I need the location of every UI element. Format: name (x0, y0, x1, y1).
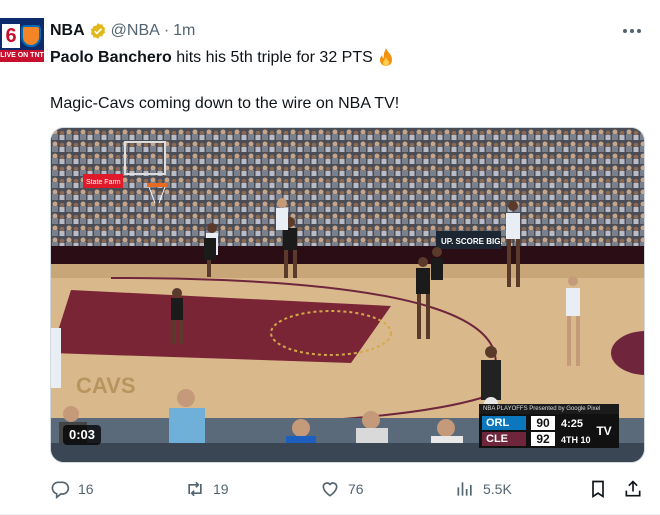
share-icon (625, 480, 641, 497)
verified-badge-icon (89, 22, 107, 40)
sponsor-sign: State Farm (86, 179, 121, 186)
bookmark-button[interactable] (588, 478, 608, 500)
scoreboard-row-cle: CLE 92 4TH 10 (479, 432, 591, 448)
avatar-number: 6 (2, 24, 20, 48)
post-time[interactable]: 1m (173, 22, 195, 40)
video-timer: 0:03 (63, 425, 102, 445)
network-logo: TV (596, 424, 612, 438)
like-count: 76 (348, 481, 364, 497)
repost-count: 19 (213, 481, 229, 497)
tweet-header: NBA @NBA · 1m (50, 20, 195, 42)
like-button[interactable]: 76 (320, 478, 364, 500)
tweet-text-rest: hits his 5th triple for 32 PTS (171, 49, 373, 66)
team-cle: CLE (482, 432, 526, 446)
player-name: Paolo Banchero (50, 49, 172, 66)
scoreboard-row-orl: ORL 90 4:25 (479, 416, 591, 432)
more-options-icon[interactable] (620, 22, 644, 40)
separator: · (163, 22, 170, 39)
scoreboard-overlay: NBA PLAYOFFS Presented by Google Pixel O… (479, 404, 619, 448)
views-icon (457, 482, 472, 496)
team-orl: ORL (482, 416, 526, 430)
court-logo-text: CAVS (76, 373, 136, 398)
author-handle[interactable]: @NBA (111, 22, 160, 40)
avatar-banner: LIVE ON TNT (0, 50, 44, 62)
avatar[interactable]: 6 LIVE ON TNT (0, 18, 44, 62)
score-cle: 92 (531, 432, 555, 446)
view-count: 5.5K (483, 481, 512, 497)
arena-signage: UP. SCORE BIG. (441, 237, 503, 246)
repost-icon (188, 481, 202, 497)
share-button[interactable] (623, 478, 643, 500)
reply-count: 16 (78, 481, 94, 497)
reply-icon (51, 481, 70, 499)
knicks-logo-icon (21, 25, 41, 47)
author-name[interactable]: NBA (50, 22, 85, 40)
tweet[interactable]: 6 LIVE ON TNT NBA @NBA · 1m Paolo Banche… (0, 0, 660, 515)
views-button[interactable]: 5.5K (455, 478, 512, 500)
scoreboard-header: NBA PLAYOFFS Presented by Google Pixel (479, 404, 619, 414)
tweet-text-line2: Magic-Cavs coming down to the wire on NB… (50, 95, 400, 112)
bookmark-icon (592, 480, 604, 499)
repost-button[interactable]: 19 (185, 478, 229, 500)
tweet-text-line1: Paolo Banchero hits his 5th triple for 3… (50, 47, 395, 69)
action-bar: 16 19 76 5.5K (50, 478, 645, 500)
reply-button[interactable]: 16 (50, 478, 94, 500)
like-icon (322, 482, 338, 497)
game-clock: 4:25 (561, 418, 584, 430)
fire-emoji-icon (377, 48, 395, 68)
score-orl: 90 (531, 416, 555, 430)
game-period: 4TH 10 (561, 435, 591, 445)
